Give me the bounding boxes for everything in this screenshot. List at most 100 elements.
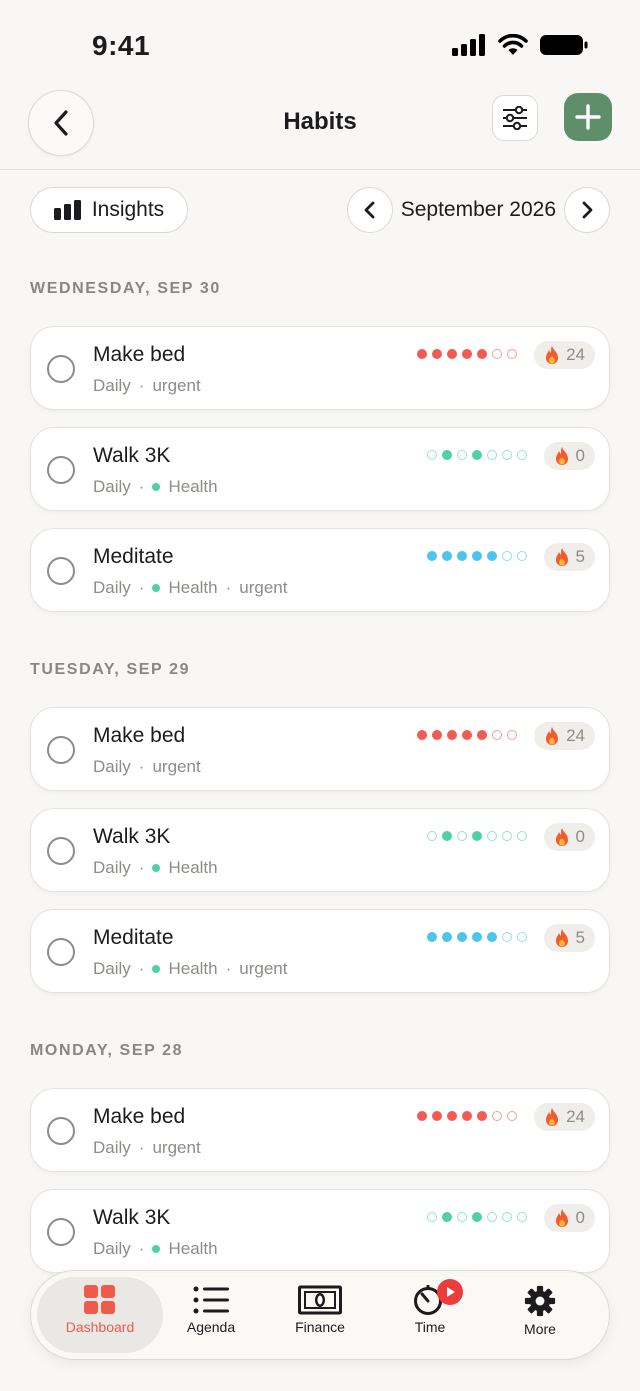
progress-dot-filled <box>472 551 482 561</box>
habit-tag: Health <box>168 477 218 496</box>
insights-label: Insights <box>91 198 165 221</box>
habit-card[interactable]: Walk 3K Daily · Health 0 <box>30 808 610 892</box>
meta-separator: · <box>138 1239 145 1258</box>
streak-count: 5 <box>575 547 585 566</box>
progress-dot-filled <box>447 1111 457 1121</box>
chevron-left-icon <box>364 201 375 219</box>
habit-tag: Health <box>168 578 218 597</box>
habit-name: Meditate <box>93 926 174 949</box>
flame-icon <box>546 727 559 745</box>
tag-color-dot <box>152 864 161 872</box>
habit-frequency: Daily <box>93 376 131 395</box>
progress-dot-filled <box>472 932 482 942</box>
habit-card[interactable]: Make bed Daily · urgent 24 <box>30 326 610 410</box>
gear-icon <box>524 1285 556 1317</box>
habit-checkbox[interactable] <box>47 736 75 764</box>
tab-finance[interactable]: Finance <box>265 1285 375 1335</box>
progress-dot-empty <box>517 932 527 942</box>
streak-badge: 0 <box>543 1204 595 1232</box>
flame-icon <box>555 828 568 846</box>
habit-name: Make bed <box>93 724 186 747</box>
progress-dot-empty <box>427 450 437 460</box>
month-label: September 2026 <box>400 198 556 221</box>
progress-dot-empty <box>502 932 512 942</box>
play-icon <box>447 1287 455 1297</box>
streak-count: 24 <box>566 1107 585 1126</box>
chevron-right-icon <box>582 201 593 219</box>
habit-frequency: Daily <box>93 477 131 496</box>
page-title: Habits <box>283 108 357 135</box>
progress-dot-empty <box>487 831 497 841</box>
week-progress-dots <box>427 450 527 460</box>
habit-frequency: Daily <box>93 1239 131 1258</box>
habit-name: Walk 3K <box>93 1206 171 1229</box>
tab-bar: Dashboard Agenda Finance Time More <box>30 1270 610 1360</box>
flame-icon <box>555 1209 568 1227</box>
habit-checkbox[interactable] <box>47 837 75 865</box>
habit-frequency: Daily <box>93 578 131 597</box>
progress-dot-filled <box>427 932 437 942</box>
status-bar: 9:41 <box>0 0 640 90</box>
streak-count: 0 <box>575 827 585 846</box>
next-month-button[interactable] <box>564 187 610 233</box>
progress-dot-filled <box>457 551 467 561</box>
progress-dot-empty <box>492 1111 502 1121</box>
streak-badge: 0 <box>543 442 595 470</box>
progress-dot-filled <box>477 1111 487 1121</box>
habit-checkbox[interactable] <box>47 456 75 484</box>
habit-tag: Health <box>168 1239 218 1258</box>
progress-dot-empty <box>502 450 512 460</box>
habit-card[interactable]: Make bed Daily · urgent 24 <box>30 1088 610 1172</box>
habit-card[interactable]: Walk 3K Daily · Health 0 <box>30 1189 610 1273</box>
habit-name: Make bed <box>93 343 186 366</box>
progress-dot-empty <box>507 1111 517 1121</box>
habit-frequency: Daily <box>93 858 131 877</box>
habit-meta: Daily · urgent <box>93 376 201 396</box>
habit-card[interactable]: Meditate Daily · Health · urgent 5 <box>30 528 610 612</box>
habit-card[interactable]: Make bed Daily · urgent 24 <box>30 707 610 791</box>
tab-more[interactable]: More <box>485 1285 595 1337</box>
filter-button[interactable] <box>492 95 538 141</box>
streak-count: 0 <box>575 1208 585 1227</box>
progress-dot-empty <box>502 831 512 841</box>
progress-dot-filled <box>447 349 457 359</box>
habit-priority: urgent <box>152 757 201 776</box>
progress-dot-filled <box>487 551 497 561</box>
progress-dot-empty <box>427 1212 437 1222</box>
habit-checkbox[interactable] <box>47 1218 75 1246</box>
meta-separator: · <box>138 1138 145 1157</box>
habit-checkbox[interactable] <box>47 1117 75 1145</box>
habit-priority: urgent <box>152 1138 201 1157</box>
habit-meta: Daily · Health · urgent <box>93 578 287 598</box>
progress-dot-empty <box>457 450 467 460</box>
progress-dot-filled <box>432 730 442 740</box>
habit-checkbox[interactable] <box>47 557 75 585</box>
streak-count: 0 <box>575 446 585 465</box>
week-progress-dots <box>417 349 517 359</box>
add-habit-button[interactable] <box>564 93 612 141</box>
status-time: 9:41 <box>92 30 151 61</box>
streak-badge: 5 <box>543 924 595 952</box>
tab-time[interactable]: Time <box>375 1279 485 1335</box>
tab-label: Agenda <box>186 1319 236 1335</box>
meta-separator: · <box>138 578 145 597</box>
tag-color-dot <box>152 483 161 491</box>
habit-checkbox[interactable] <box>47 938 75 966</box>
streak-badge: 24 <box>534 1103 595 1131</box>
habit-checkbox[interactable] <box>47 355 75 383</box>
meta-separator: · <box>138 477 145 496</box>
battery-icon <box>540 35 588 55</box>
progress-dot-empty <box>457 831 467 841</box>
progress-dot-empty <box>517 1212 527 1222</box>
previous-month-button[interactable] <box>346 187 393 233</box>
tab-label: Dashboard <box>65 1319 135 1335</box>
habit-card[interactable]: Meditate Daily · Health · urgent 5 <box>30 909 610 993</box>
tab-dashboard[interactable]: Dashboard <box>45 1285 155 1335</box>
insights-button[interactable]: Insights <box>30 187 188 233</box>
week-progress-dots <box>427 1212 527 1222</box>
progress-dot-empty <box>492 349 502 359</box>
tab-agenda[interactable]: Agenda <box>156 1285 266 1335</box>
habit-tag: Health <box>168 959 218 978</box>
week-progress-dots <box>417 730 517 740</box>
habit-card[interactable]: Walk 3K Daily · Health 0 <box>30 427 610 511</box>
